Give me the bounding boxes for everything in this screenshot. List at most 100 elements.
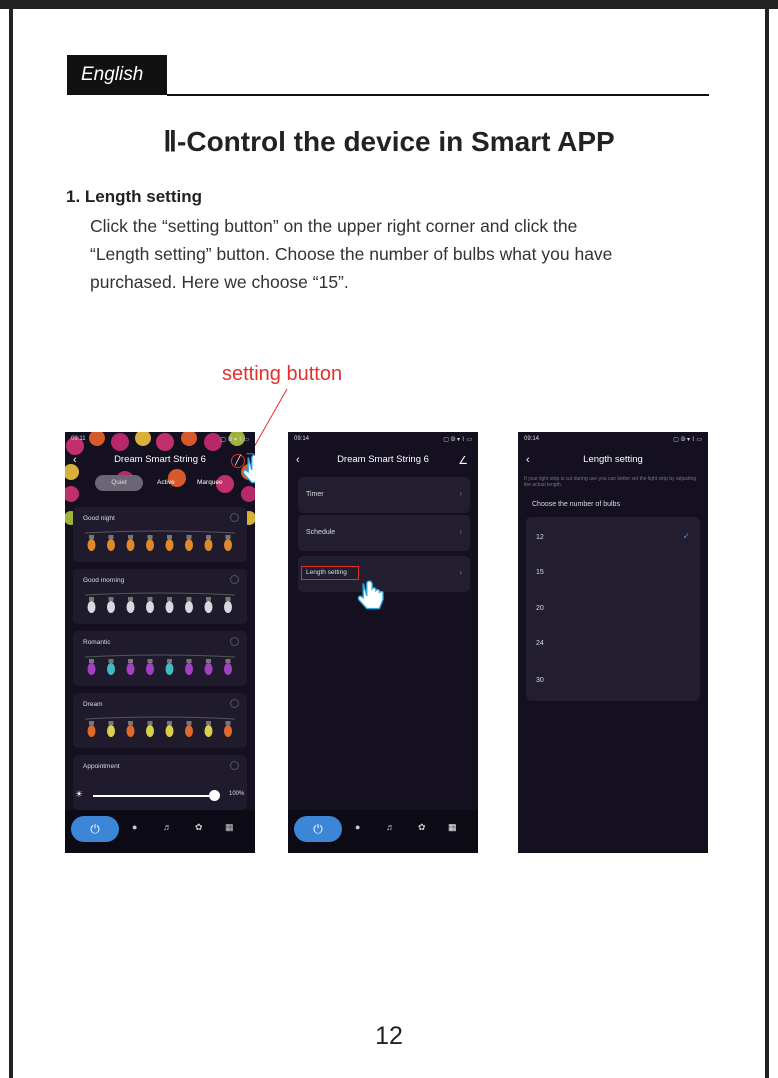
brightness-knob[interactable]	[209, 790, 220, 801]
chevron-right-icon: ›	[459, 568, 462, 577]
bulb-cap	[206, 721, 211, 725]
bulb	[146, 601, 154, 613]
bulb-cap	[147, 721, 153, 725]
scene-name: Appointment	[83, 763, 120, 770]
power-button[interactable]: ⏻	[294, 816, 342, 842]
power-button[interactable]: ⏻	[71, 816, 119, 842]
chevron-right-icon: ›	[459, 527, 462, 536]
phone-screenshot-settings: 09:14 ▢ ⧁ ▾ ⌇ ▭ ‹ Dream Smart String 6 ∠…	[288, 432, 478, 853]
bulb-option[interactable]: 30	[536, 677, 544, 684]
menu-item-label: Timer	[306, 491, 324, 498]
scene-card[interactable]: Dream	[73, 693, 247, 748]
bulb	[204, 663, 213, 675]
brightness-slider[interactable]: ☀ 100%	[73, 786, 253, 806]
scene-card[interactable]: Romantic	[73, 631, 247, 686]
scene-name: Dream	[83, 701, 103, 708]
scene-card[interactable]: Good night	[73, 507, 247, 562]
music-icon[interactable]: ♬	[163, 822, 172, 832]
scene-radio[interactable]	[230, 575, 239, 584]
menu-item-label: Schedule	[306, 529, 336, 536]
status-icons: ▢ ⧁ ▾ ⌇ ▭	[443, 437, 472, 443]
bulb	[224, 601, 232, 613]
bulb	[165, 725, 174, 737]
bulb-wire	[85, 716, 235, 720]
bulb	[146, 663, 154, 675]
bulb	[126, 601, 135, 613]
bulb-cap	[167, 597, 172, 601]
bulb-wire	[85, 592, 235, 596]
bulb-option[interactable]: 24	[536, 640, 544, 647]
scene-radio[interactable]	[230, 637, 239, 646]
bulb	[165, 663, 174, 675]
scene-radio[interactable]	[230, 761, 239, 770]
scene-name: Romantic	[83, 639, 111, 646]
bulb-wire	[85, 654, 235, 658]
bulb	[185, 539, 193, 551]
tab-quiet[interactable]: Quiet	[95, 475, 143, 491]
bulb-cap	[167, 659, 172, 663]
scene-radio[interactable]	[230, 699, 239, 708]
tap-hand-icon	[242, 453, 255, 484]
bulb	[87, 663, 96, 675]
light-icon[interactable]: ●	[355, 822, 360, 832]
bulb-cap	[128, 597, 133, 601]
page-frame-top	[0, 0, 778, 9]
bulb-cap	[108, 535, 114, 539]
nav-bar: ‹ Length setting	[518, 454, 708, 470]
scene-bulbs	[85, 592, 235, 613]
device-title: Dream Smart String 6	[337, 454, 429, 465]
back-icon[interactable]: ‹	[526, 454, 530, 466]
bulb	[185, 725, 193, 737]
music-icon[interactable]: ♬	[386, 822, 395, 832]
bulb	[224, 725, 232, 737]
brightness-track[interactable]	[93, 795, 213, 797]
bulb	[107, 725, 115, 737]
back-icon[interactable]: ‹	[73, 454, 77, 466]
bulb	[204, 725, 213, 737]
scene-card[interactable]: Good morning	[73, 569, 247, 624]
scene-radio[interactable]	[230, 513, 239, 522]
bulb-cap	[128, 721, 133, 725]
instruction-line: “Length setting” button. Choose the numb…	[90, 244, 613, 264]
instruction-line: purchased. Here we choose “15”.	[90, 272, 349, 292]
status-bar: 09:14 ▢ ⧁ ▾ ⌇ ▭	[294, 436, 472, 444]
bulb-wire	[85, 530, 235, 534]
grid-icon[interactable]: ▦	[225, 822, 234, 833]
tap-hand-icon	[357, 580, 384, 610]
bulb	[146, 725, 154, 737]
bulb	[146, 539, 154, 551]
status-time: 09:11	[71, 436, 86, 442]
scene-bulbs	[85, 654, 235, 675]
page-number: 12	[375, 1022, 403, 1050]
section-heading: 1. Length setting	[66, 187, 202, 206]
tab-active[interactable]: Active	[157, 475, 175, 491]
light-icon[interactable]: ●	[132, 822, 137, 832]
bulb	[224, 539, 232, 551]
bulb-cap	[108, 597, 114, 601]
palette-icon[interactable]: ✿	[195, 822, 203, 833]
bulb-option[interactable]: 12	[536, 534, 544, 541]
tab-marquee[interactable]: Marquee	[197, 475, 223, 491]
bulb	[185, 601, 193, 613]
bulb-cap	[108, 721, 114, 725]
bulb-option[interactable]: 20	[536, 605, 544, 612]
bulb	[87, 601, 96, 613]
bulb-cap	[225, 535, 231, 539]
scene-name: Good night	[83, 515, 115, 522]
instructions-paragraph: Click the “setting button” on the upper …	[90, 212, 710, 296]
scene-bulbs	[85, 530, 235, 551]
menu-item-timer[interactable]: Timer ›	[298, 477, 470, 513]
bulb-option[interactable]: 15	[536, 569, 544, 576]
menu-item-schedule[interactable]: Schedule ›	[298, 515, 470, 551]
sun-icon: ☀	[75, 789, 84, 799]
grid-icon[interactable]: ▦	[448, 822, 457, 833]
bulb	[204, 539, 213, 551]
bulb	[87, 539, 96, 551]
bulb	[126, 539, 135, 551]
edit-icon[interactable]: ∠	[458, 454, 468, 467]
palette-icon[interactable]: ✿	[418, 822, 426, 833]
back-icon[interactable]: ‹	[296, 454, 300, 466]
bulb-cap	[147, 597, 153, 601]
status-bar: 09:14 ▢ ⧁ ▾ ⌇ ▭	[524, 436, 702, 444]
setting-button-callout: setting button	[222, 363, 343, 385]
